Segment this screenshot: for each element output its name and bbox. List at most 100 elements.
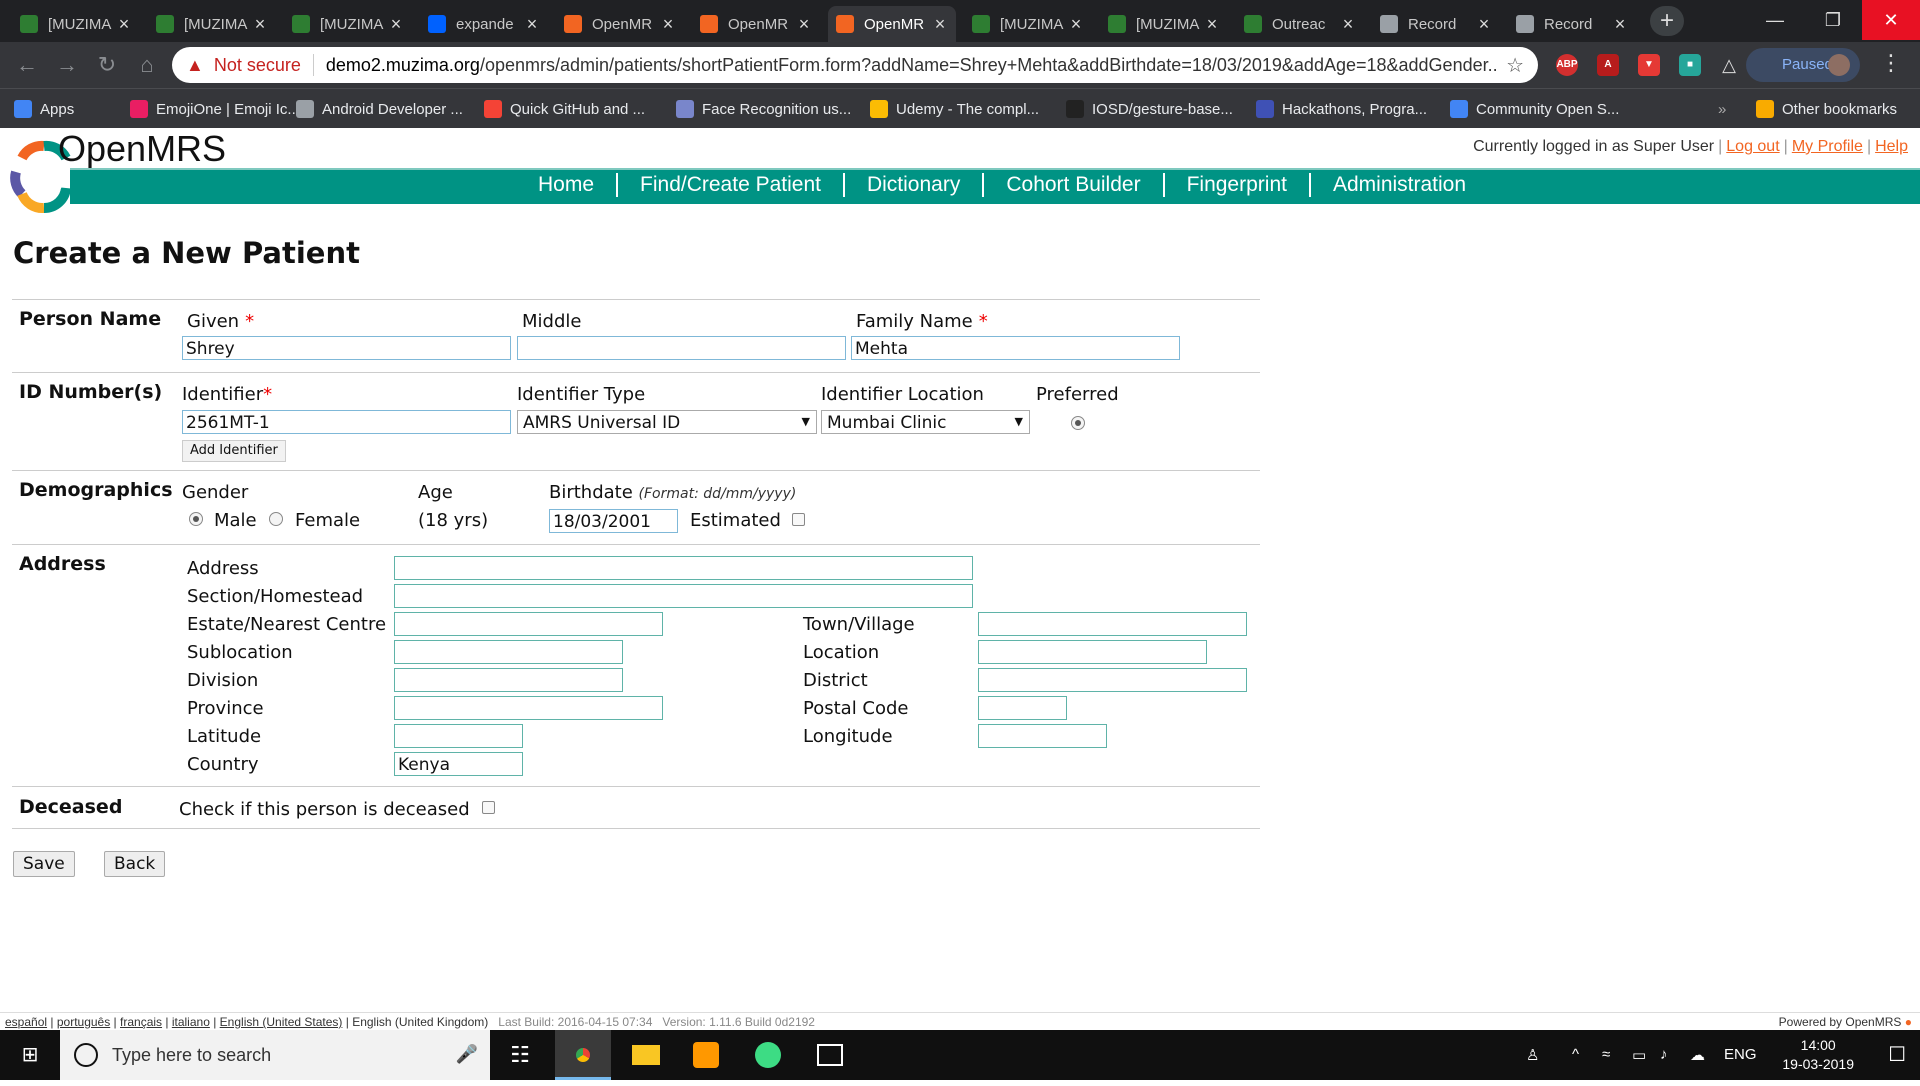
nav-item-home[interactable]: Home bbox=[516, 173, 616, 197]
onedrive-icon[interactable]: ☁ bbox=[1690, 1046, 1705, 1064]
android-studio-icon[interactable] bbox=[740, 1030, 796, 1080]
photos-icon[interactable] bbox=[802, 1030, 858, 1080]
bookmark-item[interactable]: EmojiOne | Emoji Ic... bbox=[130, 97, 300, 121]
longitude-input[interactable] bbox=[978, 724, 1107, 748]
identifier-input[interactable]: 2561MT-1 bbox=[182, 410, 511, 434]
identifier-type-select[interactable]: AMRS Universal ID ▼ bbox=[517, 410, 817, 434]
browser-tab[interactable]: Record × bbox=[1372, 6, 1500, 42]
logout-link[interactable]: Log out bbox=[1726, 138, 1779, 155]
pocket-icon[interactable]: ▼ bbox=[1638, 54, 1660, 76]
browser-tab[interactable]: Outreac × bbox=[1236, 6, 1364, 42]
tab-close-icon[interactable]: × bbox=[1612, 14, 1628, 35]
bookmark-item[interactable]: Android Developer ... bbox=[296, 97, 463, 121]
latitude-input[interactable] bbox=[394, 724, 523, 748]
male-radio[interactable] bbox=[189, 512, 203, 526]
browser-tab[interactable]: [MUZIMA × bbox=[284, 6, 412, 42]
nav-item-find-create-patient[interactable]: Find/Create Patient bbox=[616, 173, 843, 197]
browser-tab[interactable]: OpenMR × bbox=[556, 6, 684, 42]
family-name-input[interactable]: Mehta bbox=[851, 336, 1180, 360]
clock[interactable]: 14:00 19-03-2019 bbox=[1782, 1036, 1854, 1074]
add-identifier-button[interactable]: Add Identifier bbox=[182, 440, 286, 462]
tab-close-icon[interactable]: × bbox=[252, 14, 268, 35]
preferred-radio[interactable] bbox=[1071, 416, 1085, 430]
volume-icon[interactable]: ♪ bbox=[1660, 1046, 1668, 1063]
nav-item-dictionary[interactable]: Dictionary bbox=[842, 173, 982, 197]
people-icon[interactable]: ♙ bbox=[1526, 1046, 1539, 1064]
notifications-icon[interactable]: ☐ bbox=[1888, 1042, 1906, 1067]
browser-tab[interactable]: [MUZIMA × bbox=[964, 6, 1092, 42]
pdf-icon[interactable]: A bbox=[1597, 54, 1619, 76]
bookmark-item[interactable]: IOSD/gesture-base... bbox=[1066, 97, 1233, 121]
browser-tab[interactable]: [MUZIMA × bbox=[12, 6, 140, 42]
my-profile-link[interactable]: My Profile bbox=[1792, 138, 1863, 155]
country-input[interactable]: Kenya bbox=[394, 752, 523, 776]
sublime-text-icon[interactable] bbox=[678, 1030, 734, 1080]
chrome-taskbar-icon[interactable] bbox=[555, 1030, 611, 1080]
tab-close-icon[interactable]: × bbox=[388, 14, 404, 35]
help-link[interactable]: Help bbox=[1875, 138, 1908, 155]
file-explorer-icon[interactable] bbox=[618, 1030, 674, 1080]
reload-icon[interactable]: ↻ bbox=[92, 50, 122, 80]
section-homestead-input[interactable] bbox=[394, 584, 973, 608]
restore-button[interactable]: ❐ bbox=[1804, 0, 1862, 40]
postal-code-input[interactable] bbox=[978, 696, 1067, 720]
new-tab-button[interactable]: + bbox=[1650, 6, 1684, 36]
tab-close-icon[interactable]: × bbox=[1204, 14, 1220, 35]
windows-start-icon[interactable]: ⊞ bbox=[0, 1030, 60, 1080]
birthdate-input[interactable]: 18/03/2001 bbox=[549, 509, 678, 533]
browser-tab[interactable]: OpenMR × bbox=[692, 6, 820, 42]
browser-tab[interactable]: [MUZIMA × bbox=[1100, 6, 1228, 42]
taskbar-search[interactable]: Type here to search 🎤 bbox=[60, 1030, 490, 1080]
province-input[interactable] bbox=[394, 696, 663, 720]
middle-name-input[interactable] bbox=[517, 336, 846, 360]
security-status[interactable]: Not secure bbox=[214, 55, 301, 76]
tab-close-icon[interactable]: × bbox=[796, 14, 812, 35]
language-indicator[interactable]: ENG bbox=[1724, 1046, 1757, 1063]
nav-item-administration[interactable]: Administration bbox=[1308, 173, 1488, 197]
bookmark-item[interactable]: Community Open S... bbox=[1450, 97, 1619, 121]
tab-close-icon[interactable]: × bbox=[524, 14, 540, 35]
adblock-icon[interactable]: ABP bbox=[1556, 54, 1578, 76]
language-link[interactable]: italiano bbox=[172, 1015, 210, 1029]
menu-dots-icon[interactable]: ⋮ bbox=[1880, 50, 1902, 76]
language-link[interactable]: português bbox=[57, 1015, 110, 1029]
division-input[interactable] bbox=[394, 668, 623, 692]
save-button[interactable]: Save bbox=[13, 851, 75, 877]
url-text[interactable]: demo2.muzima.org/openmrs/admin/patients/… bbox=[326, 55, 1496, 76]
address-input[interactable] bbox=[394, 556, 973, 580]
battery-icon[interactable]: ▭ bbox=[1632, 1046, 1646, 1064]
back-button[interactable]: Back bbox=[104, 851, 166, 877]
estimated-checkbox[interactable] bbox=[792, 513, 805, 526]
tab-close-icon[interactable]: × bbox=[116, 14, 132, 35]
drive-extension-icon[interactable]: △ bbox=[1718, 54, 1740, 76]
female-radio[interactable] bbox=[269, 512, 283, 526]
nav-item-fingerprint[interactable]: Fingerprint bbox=[1162, 173, 1309, 197]
bookmark-item[interactable]: Hackathons, Progra... bbox=[1256, 97, 1427, 121]
location-input[interactable] bbox=[978, 640, 1207, 664]
deceased-checkbox[interactable] bbox=[482, 801, 495, 814]
microphone-icon[interactable]: 🎤 bbox=[456, 1044, 478, 1065]
identifier-location-select[interactable]: Mumbai Clinic ▼ bbox=[821, 410, 1030, 434]
bookmark-item[interactable]: Udemy - The compl... bbox=[870, 97, 1039, 121]
screen-capture-icon[interactable]: ■ bbox=[1679, 54, 1701, 76]
bookmark-star-icon[interactable]: ☆ bbox=[1506, 53, 1524, 78]
tab-close-icon[interactable]: × bbox=[660, 14, 676, 35]
sublocation-input[interactable] bbox=[394, 640, 623, 664]
language-link[interactable]: français bbox=[120, 1015, 162, 1029]
tab-close-icon[interactable]: × bbox=[1068, 14, 1084, 35]
bookmarks-overflow-icon[interactable]: » bbox=[1718, 97, 1726, 121]
bookmark-item[interactable]: Apps bbox=[14, 97, 74, 121]
browser-tab[interactable]: Record × bbox=[1508, 6, 1636, 42]
bookmark-item[interactable]: Face Recognition us... bbox=[676, 97, 851, 121]
language-link[interactable]: español bbox=[5, 1015, 47, 1029]
town-input[interactable] bbox=[978, 612, 1247, 636]
minimize-button[interactable]: — bbox=[1746, 0, 1804, 40]
tab-close-icon[interactable]: × bbox=[932, 14, 948, 35]
task-view-icon[interactable]: ☷ bbox=[492, 1030, 548, 1080]
other-bookmarks[interactable]: Other bookmarks bbox=[1756, 97, 1897, 121]
tab-close-icon[interactable]: × bbox=[1340, 14, 1356, 35]
language-link[interactable]: English (United States) bbox=[220, 1015, 343, 1029]
browser-tab[interactable]: OpenMR × bbox=[828, 6, 956, 42]
home-icon[interactable]: ⌂ bbox=[132, 50, 162, 80]
forward-icon[interactable]: → bbox=[52, 50, 82, 80]
